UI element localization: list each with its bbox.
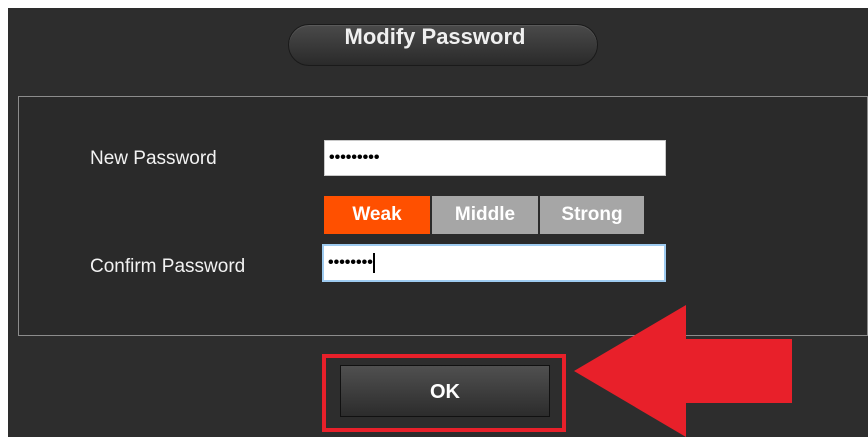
strength-weak: Weak (324, 196, 430, 234)
confirm-password-label: Confirm Password (90, 256, 246, 277)
text-caret (372, 252, 375, 273)
confirm-password-value: •••••••• (328, 254, 373, 271)
dialog-title: Modify Password (344, 24, 526, 49)
strength-middle: Middle (432, 196, 538, 234)
new-password-label: New Password (90, 148, 217, 169)
new-password-input[interactable]: ••••••••• (324, 140, 666, 176)
confirm-password-input[interactable]: •••••••• (322, 244, 666, 282)
strength-strong: Strong (540, 196, 644, 234)
red-arrow-left-icon (574, 305, 792, 437)
new-password-value: ••••••••• (329, 149, 380, 166)
highlight-box (322, 354, 566, 432)
